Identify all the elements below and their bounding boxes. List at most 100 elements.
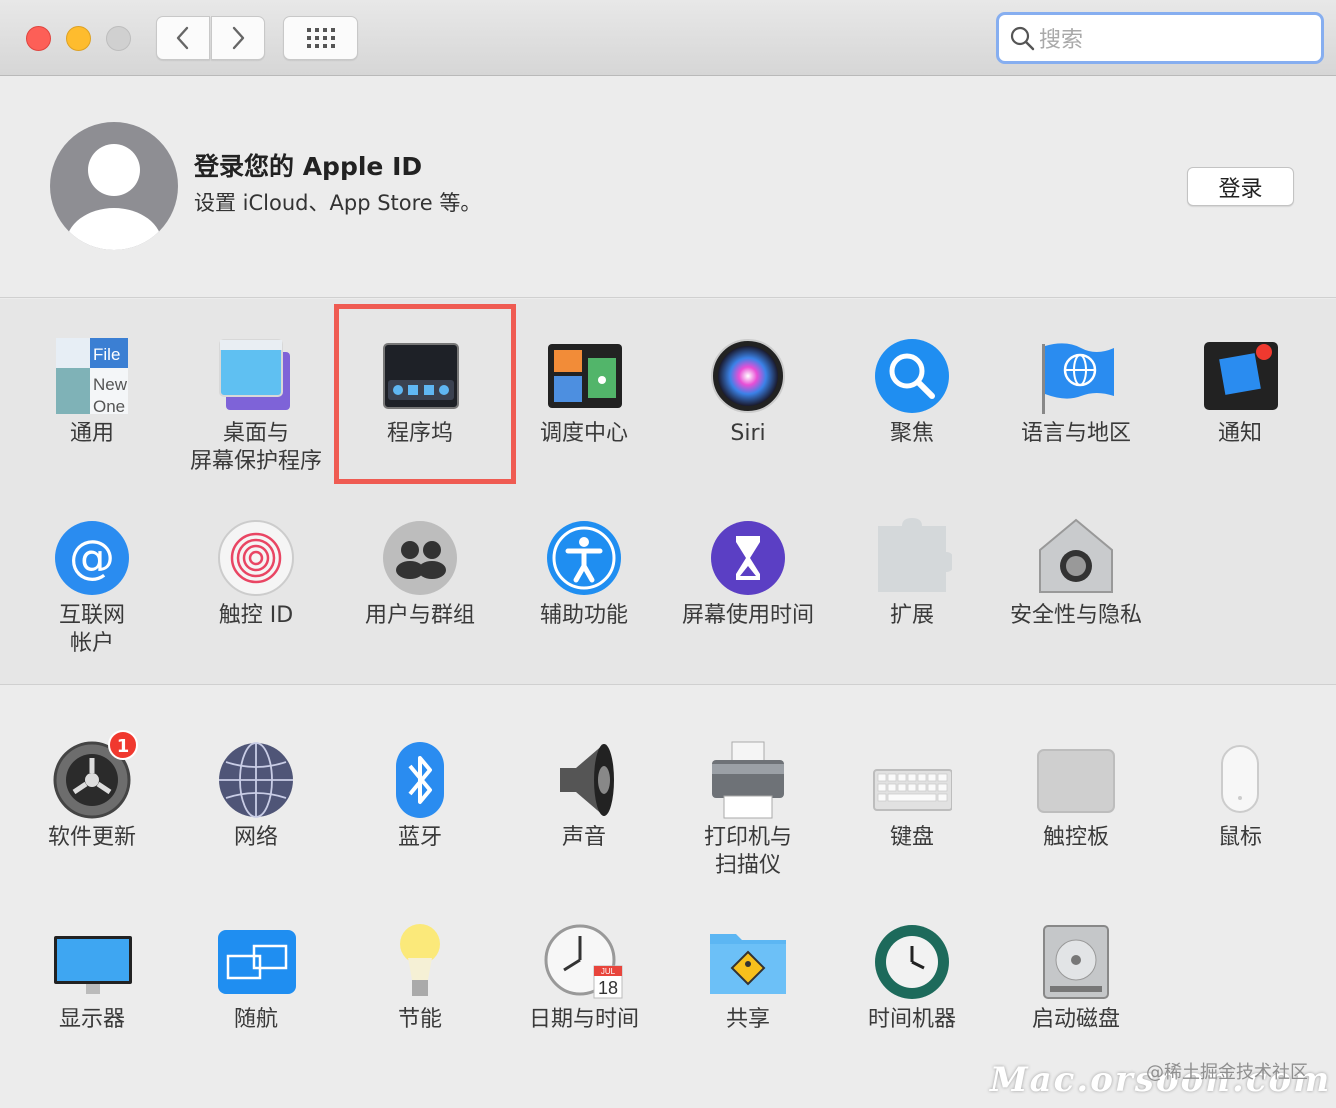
pref-spotlight[interactable]: 聚焦 <box>830 336 994 448</box>
pref-trackpad[interactable]: 触控板 <box>994 740 1158 852</box>
pref-sharing[interactable]: 共享 <box>666 922 830 1034</box>
mouse-icon <box>1221 745 1259 813</box>
pref-keyboard[interactable]: 键盘 <box>830 740 994 852</box>
pref-label: 声音 <box>561 825 606 850</box>
pref-extensions[interactable]: 扩展 <box>830 518 994 630</box>
pref-label: Siri <box>730 421 766 446</box>
pref-label: 软件更新 <box>47 825 136 850</box>
pref-label: 触控 ID <box>218 603 294 628</box>
pref-label: 屏幕使用时间 <box>681 603 814 628</box>
site-watermark: @稀土掘金技术社区 <box>1146 1062 1308 1083</box>
pref-touch-id[interactable]: 触控 ID <box>174 518 338 630</box>
pref-desktop-screensaver[interactable]: 桌面与 屏幕保护程序 <box>174 336 338 476</box>
pref-mouse[interactable]: 鼠标 <box>1158 740 1322 852</box>
pref-energy-saver[interactable]: 节能 <box>338 922 502 1034</box>
mission-control-icon <box>548 344 622 408</box>
pref-accessibility[interactable]: 辅助功能 <box>502 518 666 630</box>
pref-label: 启动磁盘 <box>1031 1007 1120 1032</box>
chevron-left-icon <box>176 26 189 50</box>
pref-label: 语言与地区 <box>1020 421 1131 446</box>
update-badge: 1 <box>108 730 138 760</box>
apple-id-title: 登录您的 Apple ID <box>194 152 423 181</box>
pref-date-time[interactable]: JUL 18 日期与时间 <box>502 922 666 1034</box>
printers-scanners-icon <box>712 741 784 819</box>
close-window-button[interactable] <box>26 26 51 51</box>
pref-screen-time[interactable]: 屏幕使用时间 <box>666 518 830 630</box>
pref-label: 安全性与隐私 <box>1009 603 1142 628</box>
search-placeholder: 搜索 <box>1039 28 1084 53</box>
back-button[interactable] <box>156 16 210 60</box>
pref-label: 互联网 帐户 <box>58 603 125 656</box>
touch-id-icon <box>218 520 294 596</box>
zoom-window-button[interactable] <box>106 26 131 51</box>
spotlight-icon <box>875 339 949 413</box>
pref-label: 时间机器 <box>867 1007 956 1032</box>
pref-label: 网络 <box>233 825 278 850</box>
siri-icon <box>711 339 785 413</box>
general-icon: File New One <box>56 338 128 416</box>
pref-label: 用户与群组 <box>364 603 475 628</box>
pref-software-update[interactable]: 1 软件更新 <box>10 730 174 852</box>
pref-label: 通知 <box>1217 421 1262 446</box>
pref-startup-disk[interactable]: 启动磁盘 <box>994 922 1158 1034</box>
security-privacy-icon <box>1039 518 1113 593</box>
pref-label: 桌面与 屏幕保护程序 <box>189 421 322 474</box>
accessibility-icon <box>547 521 621 595</box>
pref-displays[interactable]: 显示器 <box>10 922 174 1034</box>
network-icon <box>219 742 293 818</box>
users-groups-icon <box>383 521 457 595</box>
screen-time-icon <box>711 521 785 595</box>
pref-internet-accounts[interactable]: @ 互联网 帐户 <box>10 518 174 658</box>
svg-text:@: @ <box>69 530 115 584</box>
pref-sound[interactable]: 声音 <box>502 740 666 852</box>
svg-text:File: File <box>93 345 120 364</box>
energy-saver-icon <box>400 924 440 996</box>
internet-accounts-icon: @ <box>55 521 129 595</box>
svg-text:New: New <box>93 375 128 394</box>
extensions-icon <box>878 518 954 592</box>
pref-time-machine[interactable]: 时间机器 <box>830 922 994 1034</box>
search-icon <box>1010 26 1035 51</box>
bluetooth-icon <box>396 742 444 818</box>
grid-icon <box>306 28 335 48</box>
dock-highlight-frame <box>334 304 516 484</box>
trackpad-icon <box>1037 749 1115 813</box>
date-time-icon: JUL 18 <box>544 924 623 999</box>
sound-icon <box>560 744 614 816</box>
sidecar-icon <box>218 930 296 994</box>
pref-mission-control[interactable]: 调度中心 <box>502 336 666 448</box>
search-input[interactable]: 搜索 <box>996 12 1324 64</box>
pref-label: 调度中心 <box>539 421 628 446</box>
pref-network[interactable]: 网络 <box>174 740 338 852</box>
svg-text:One: One <box>93 397 125 416</box>
show-all-button[interactable] <box>283 16 358 60</box>
pref-label: 键盘 <box>889 825 934 850</box>
keyboard-icon <box>873 769 953 811</box>
pref-users-groups[interactable]: 用户与群组 <box>338 518 502 630</box>
desktop-screensaver-icon <box>219 339 290 410</box>
pref-label: 鼠标 <box>1217 825 1262 850</box>
pref-label: 触控板 <box>1042 825 1109 850</box>
pref-sidecar[interactable]: 随航 <box>174 922 338 1034</box>
pref-notifications[interactable]: 通知 <box>1158 336 1322 448</box>
pref-general[interactable]: File New One 通用 <box>10 336 174 448</box>
pref-siri[interactable]: Siri <box>666 336 830 448</box>
minimize-window-button[interactable] <box>66 26 91 51</box>
avatar[interactable] <box>50 122 178 250</box>
pref-printers-scanners[interactable]: 打印机与 扫描仪 <box>666 740 830 880</box>
pref-label: 打印机与 扫描仪 <box>703 825 792 878</box>
notifications-icon <box>1204 342 1278 410</box>
login-button[interactable]: 登录 <box>1187 167 1294 206</box>
forward-button[interactable] <box>211 16 265 60</box>
displays-icon <box>54 936 132 994</box>
pref-bluetooth[interactable]: 蓝牙 <box>338 740 502 852</box>
pref-label: 共享 <box>725 1007 770 1032</box>
apple-id-subtitle: 设置 iCloud、App Store 等。 <box>194 191 482 215</box>
pref-language-region[interactable]: 语言与地区 <box>994 336 1158 448</box>
apple-id-section: 登录您的 Apple ID 设置 iCloud、App Store 等。 登录 <box>0 77 1336 298</box>
pref-security-privacy[interactable]: 安全性与隐私 <box>994 518 1158 630</box>
svg-text:JUL: JUL <box>601 967 616 976</box>
startup-disk-icon <box>1043 925 1109 999</box>
time-machine-icon <box>875 925 949 999</box>
pref-label: 蓝牙 <box>397 825 442 850</box>
